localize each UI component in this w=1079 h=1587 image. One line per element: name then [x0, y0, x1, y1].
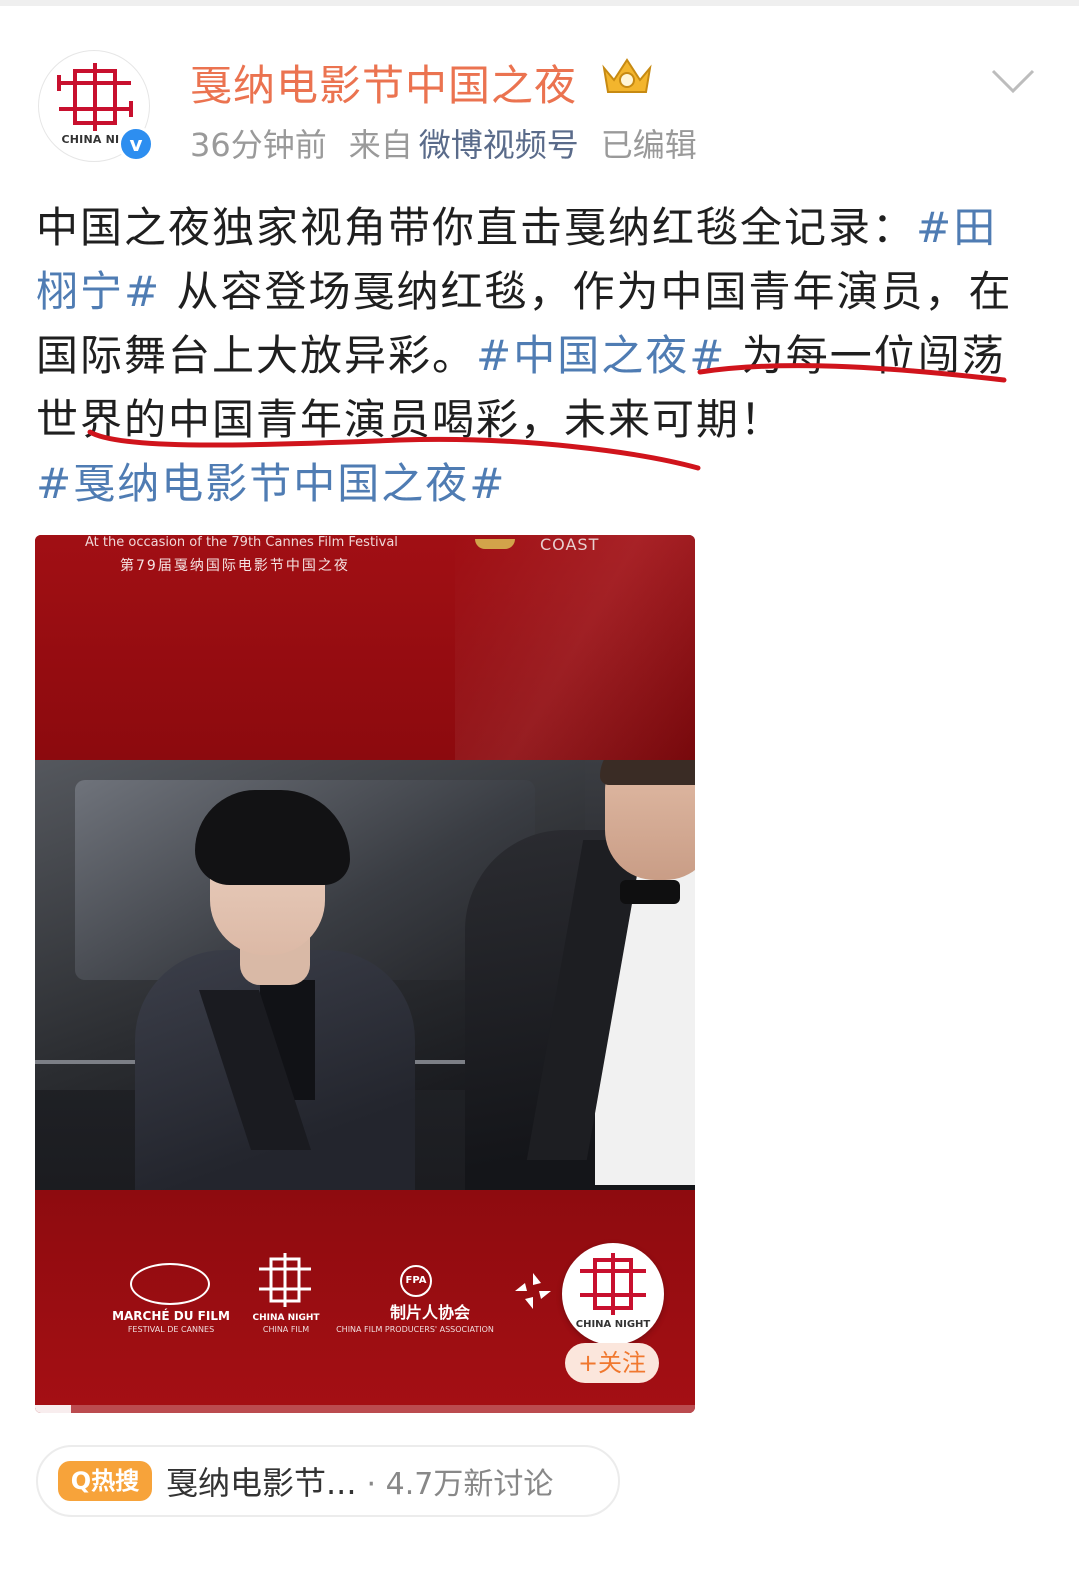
video-progress-bar[interactable] — [35, 1405, 695, 1413]
verified-icon: v — [118, 126, 154, 162]
crown-badge-icon[interactable] — [600, 54, 654, 98]
source-prefix: 来自 — [348, 126, 413, 164]
china-night-small-logo-icon — [259, 1253, 311, 1307]
palm-logo-icon — [130, 1263, 210, 1305]
hot-search-badge: Q热搜 — [58, 1461, 152, 1501]
marche-du-film-sub: FESTIVAL DE CANNES — [127, 1325, 215, 1334]
post-meta: 36分钟前 来自 微博视频号 已编辑 — [190, 120, 719, 166]
occasion-english: At the occasion of the 79th Cannes Film … — [85, 535, 398, 550]
floating-avatar-caption: CHINA NIGHT — [575, 1319, 651, 1330]
curtain-fold — [455, 535, 695, 760]
hot-search-count: · 4.7万新讨论 — [366, 1467, 554, 1502]
marche-du-film-label: MARCHÉ DU FILM — [112, 1309, 230, 1323]
china-night-logo-sub: CHINA FILM — [262, 1325, 310, 1334]
fpa-badge: FPA — [400, 1265, 432, 1297]
chevron-down-icon[interactable] — [990, 66, 1036, 96]
top-divider — [0, 0, 1079, 6]
hashtag-china-night[interactable]: #中国之夜# — [476, 331, 726, 380]
coast-logo: COAST — [540, 535, 600, 554]
edited-label[interactable]: 已编辑 — [601, 126, 697, 164]
video-progress-fill — [35, 1405, 72, 1413]
post-time: 36分钟前 — [190, 126, 327, 164]
bodyguard-hair — [600, 760, 695, 785]
account-name[interactable]: 戛纳电影节中国之夜 — [190, 52, 577, 113]
hot-search-title: 戛纳电影节... — [166, 1464, 357, 1502]
hot-search-pill[interactable]: Q热搜 戛纳电影节... · 4.7万新讨论 — [36, 1445, 620, 1517]
red-carpet-photo — [35, 760, 695, 1190]
occasion-chinese: 第79届戛纳国际电影节中国之夜 — [120, 558, 350, 574]
post-text-line1: 中国之夜独家视角带你直击戛纳红毯全记录： — [36, 203, 917, 252]
fpa-english-label: CHINA FILM PRODUCERS' ASSOCIATION — [336, 1325, 494, 1334]
hashtag-cannes-china-night[interactable]: #戛纳电影节中国之夜# — [36, 459, 506, 508]
follow-button[interactable]: +关注 — [565, 1343, 659, 1383]
bodyguard-bowtie — [620, 880, 680, 904]
spiral-logo-icon — [515, 1273, 551, 1309]
china-night-logo-icon — [57, 63, 133, 131]
post-text: 中国之夜独家视角带你直击戛纳红毯全记录：#田栩宁# 从容登场戛纳红毯，作为中国青… — [36, 196, 1036, 516]
china-night-logo-icon — [580, 1253, 646, 1315]
video-card[interactable]: At the occasion of the 79th Cannes Film … — [35, 535, 695, 1413]
fpa-chinese-label: 制片人协会 — [389, 1303, 470, 1322]
gold-emblem — [475, 539, 515, 549]
china-night-logo-label: CHINA NIGHT — [252, 1313, 320, 1323]
floating-account-avatar[interactable]: CHINA NIGHT — [562, 1243, 664, 1345]
post-source[interactable]: 微博视频号 — [419, 126, 579, 164]
